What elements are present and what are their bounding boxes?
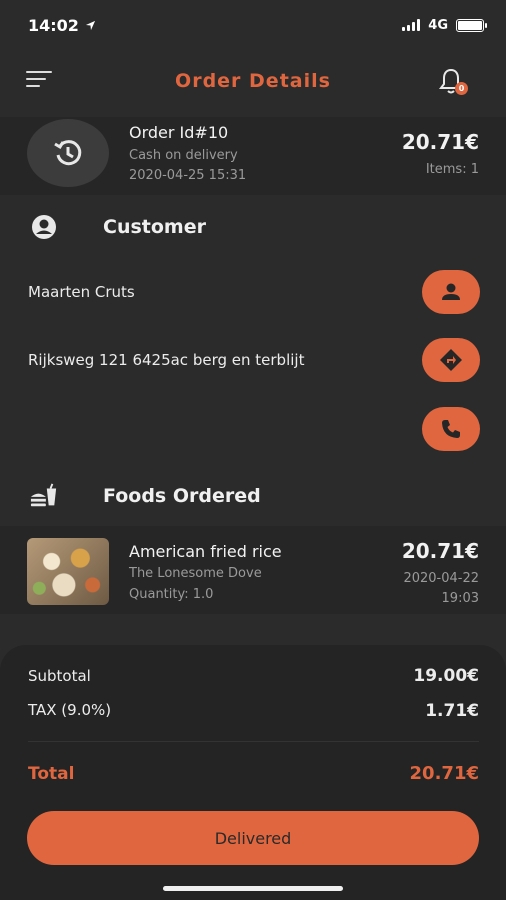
food-time: 19:03 [441,591,479,606]
call-customer-button[interactable] [422,407,480,451]
subtotal-value: 19.00€ [413,666,479,686]
foods-section-header: Foods Ordered [0,476,506,516]
app-header: Order Details 0 [0,55,506,107]
food-price: 20.71€ [401,539,479,563]
phone-icon [442,420,460,438]
notifications-bell-icon[interactable]: 0 [438,67,468,97]
food-date: 2020-04-22 [403,571,479,586]
directions-icon [440,349,462,371]
order-id: Order Id#10 [129,123,229,142]
notification-badge: 0 [455,82,468,95]
food-image [27,538,109,605]
order-datetime: 2020-04-25 15:31 [129,168,247,183]
customer-profile-button[interactable] [422,270,480,314]
foods-section-title: Foods Ordered [103,485,261,507]
order-totals-panel: Subtotal 19.00€ TAX (9.0%) 1.71€ Total 2… [0,645,506,900]
food-item-card[interactable]: American fried rice The Lonesome Dove Qu… [0,526,506,614]
total-value: 20.71€ [409,763,479,784]
directions-button[interactable] [422,338,480,382]
food-quantity: Quantity: 1.0 [129,587,214,602]
customer-section-title: Customer [103,216,206,238]
account-circle-icon [30,213,58,241]
status-bar: 14:02 4G [0,0,506,50]
subtotal-label: Subtotal [28,667,91,685]
customer-name: Maarten Cruts [28,283,135,301]
history-icon [54,140,82,166]
total-label: Total [28,764,75,784]
network-label: 4G [428,17,448,33]
status-time: 14:02 [28,15,79,35]
food-restaurant: The Lonesome Dove [129,566,262,581]
delivered-status-button[interactable]: Delivered [27,811,479,865]
order-items-count: Items: 1 [425,162,479,177]
tax-value: 1.71€ [425,701,479,721]
page-title: Order Details [175,70,331,92]
location-arrow-icon [85,20,96,30]
menu-icon[interactable] [26,71,52,91]
order-status-avatar [27,119,109,187]
divider [28,741,479,742]
person-icon [442,283,460,300]
tax-label: TAX (9.0%) [28,701,112,719]
home-indicator[interactable] [163,886,343,891]
customer-section-header: Customer [0,207,506,247]
fastfood-icon [30,482,58,510]
payment-method: Cash on delivery [129,148,238,163]
food-name: American fried rice [129,542,282,561]
order-total: 20.71€ [401,130,479,154]
customer-address: Rijksweg 121 6425ac berg en terblijt [28,351,305,369]
order-summary-card[interactable]: Order Id#10 Cash on delivery 2020-04-25 … [0,117,506,195]
signal-icon [402,19,421,31]
battery-icon [456,18,487,32]
